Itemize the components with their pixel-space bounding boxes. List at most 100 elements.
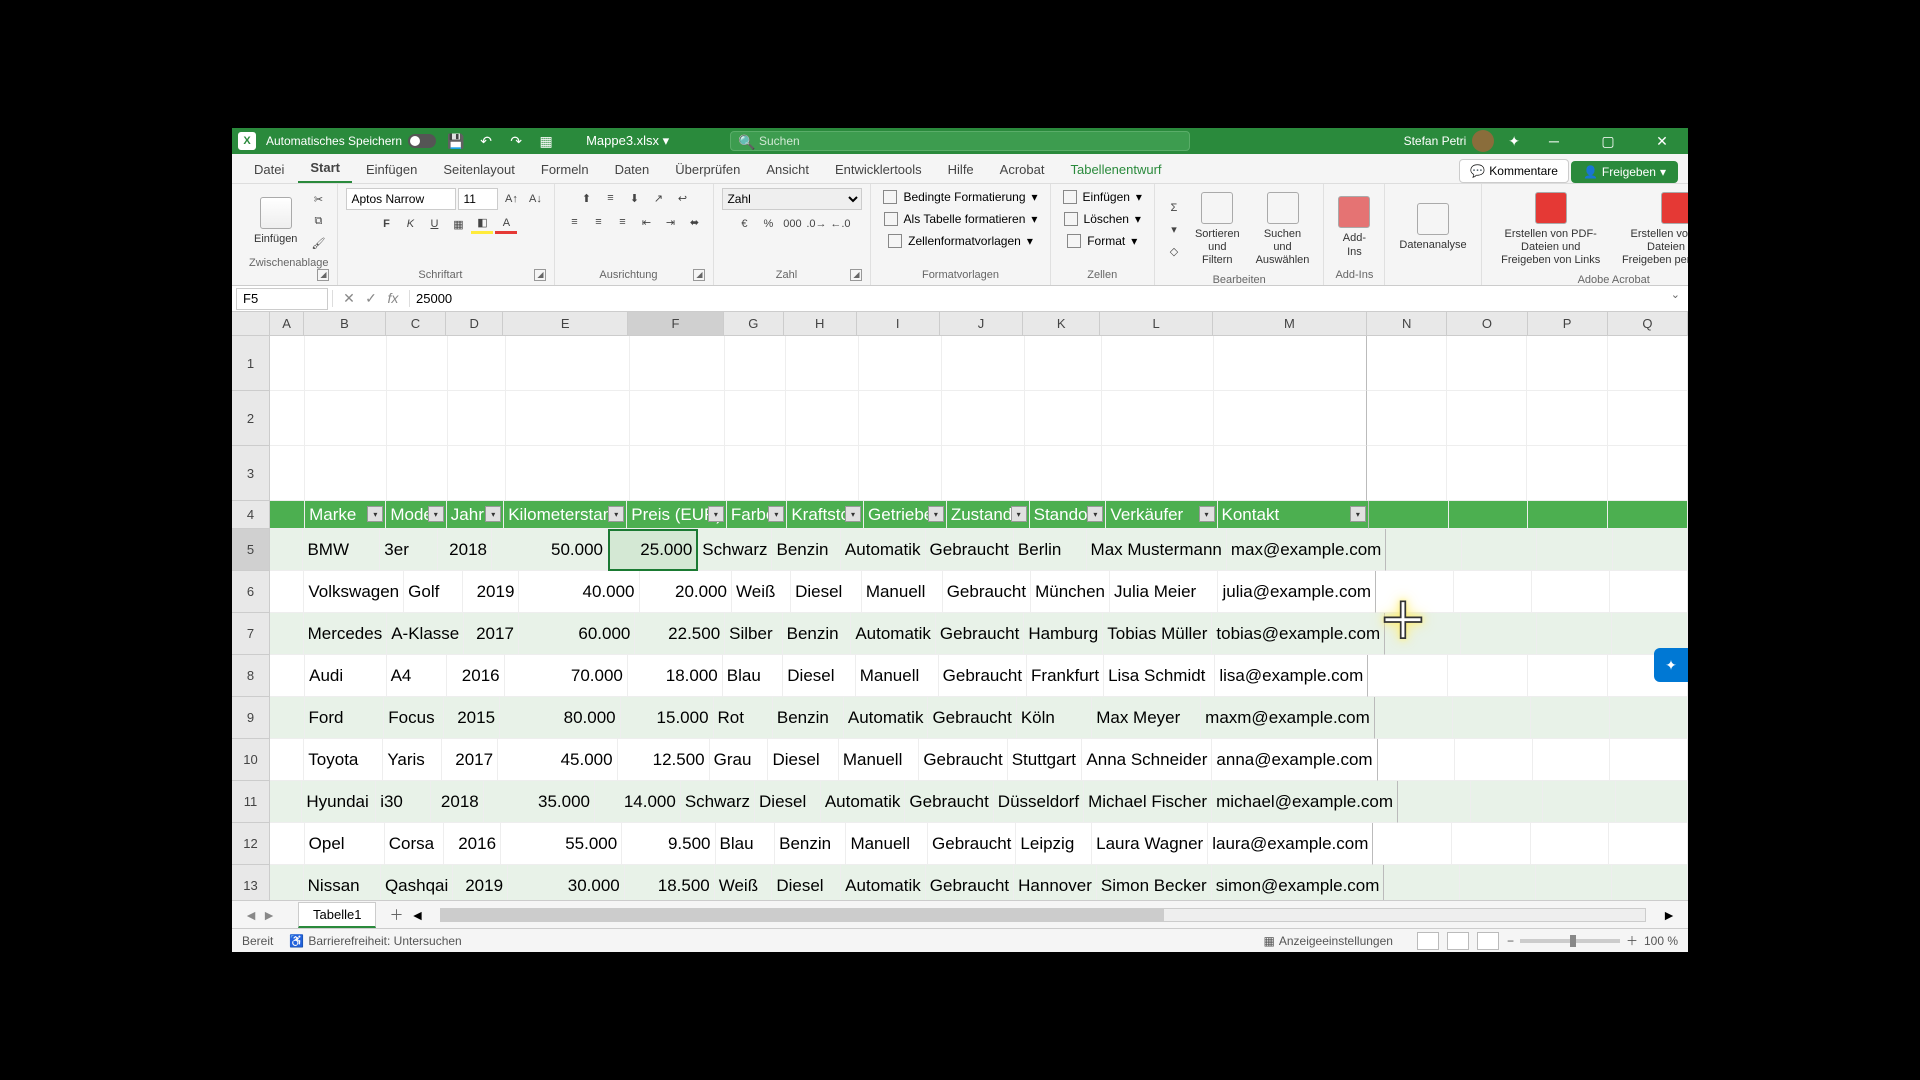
cell[interactable]: 20.000	[640, 571, 733, 613]
cell[interactable]: Focus	[384, 697, 443, 739]
cell[interactable]: München	[1031, 571, 1110, 613]
adobe-share-link-button[interactable]: Erstellen von PDF-Dateien und Freigeben …	[1490, 188, 1612, 272]
cell[interactable]: 2016	[444, 823, 501, 865]
cell[interactable]: Benzin	[775, 823, 846, 865]
cell[interactable]: Gebraucht	[928, 823, 1016, 865]
redo-icon[interactable]: ↷	[506, 131, 526, 151]
freigeben-button[interactable]: 👤 Freigeben ▾	[1571, 161, 1678, 183]
search-input[interactable]	[730, 131, 1190, 151]
row-header-13[interactable]: 13	[232, 865, 269, 900]
cell[interactable]: 22.500	[635, 613, 725, 655]
header-marke[interactable]: Marke▾	[305, 501, 386, 529]
col-header-G[interactable]: G	[724, 312, 784, 335]
col-header-L[interactable]: L	[1100, 312, 1213, 335]
cell[interactable]: 18.500	[625, 865, 715, 900]
cell[interactable]: Diesel	[768, 739, 838, 781]
diamond-icon[interactable]: ✦	[1508, 133, 1520, 150]
ribbon-collapse-icon[interactable]: ⌄	[1671, 288, 1680, 301]
cell[interactable]: Corsa	[385, 823, 445, 865]
cell[interactable]: Diesel	[791, 571, 862, 613]
align-center-icon[interactable]: ≡	[587, 212, 609, 232]
cell[interactable]: 2017	[442, 739, 498, 781]
cell[interactable]: Qashqai	[381, 865, 453, 900]
col-header-N[interactable]: N	[1367, 312, 1447, 335]
cell[interactable]: Manuell	[862, 571, 943, 613]
selected-cell[interactable]: 25.000	[608, 529, 698, 571]
camera-icon[interactable]: ▦	[536, 131, 556, 151]
cell[interactable]: Ford	[305, 697, 385, 739]
name-box[interactable]	[236, 288, 328, 310]
cell[interactable]: 50.000	[492, 529, 608, 571]
table-row[interactable]: OpelCorsa201655.0009.500BlauBenzinManuel…	[270, 823, 1688, 865]
header-verkufer[interactable]: Verkäufer▾	[1106, 501, 1217, 529]
add-sheet-button[interactable]: ＋	[384, 905, 408, 925]
cell[interactable]: Diesel	[783, 655, 855, 697]
cell[interactable]: Mercedes	[304, 613, 388, 655]
merge-icon[interactable]: ⬌	[683, 212, 705, 232]
cell[interactable]: Gebraucht	[926, 865, 1014, 900]
cell[interactable]: Yaris	[383, 739, 442, 781]
cell[interactable]: Opel	[305, 823, 385, 865]
cell[interactable]: Gebraucht	[943, 571, 1031, 613]
tab-start[interactable]: Start	[298, 154, 352, 183]
hscroll-left[interactable]: ◄	[408, 907, 426, 923]
cell[interactable]: 14.000	[595, 781, 681, 823]
cell[interactable]: 2018	[438, 529, 492, 571]
find-select-button[interactable]: Suchen und Auswählen	[1250, 188, 1316, 272]
sheet-nav-next[interactable]: ►	[260, 907, 278, 923]
cell[interactable]: Gebraucht	[926, 529, 1014, 571]
header-jahr[interactable]: Jahr▾	[447, 501, 504, 529]
table-row[interactable]: FordFocus201580.00015.000RotBenzinAutoma…	[270, 697, 1688, 739]
close-button[interactable]: ✕	[1642, 128, 1682, 154]
cell[interactable]: Julia Meier	[1110, 571, 1218, 613]
filter-dropdown-icon[interactable]: ▾	[1199, 506, 1215, 522]
tab-ansicht[interactable]: Ansicht	[754, 156, 821, 183]
cell[interactable]: max@example.com	[1227, 529, 1386, 571]
cell-styles-button[interactable]: Zellenformatvorlagen ▾	[884, 232, 1037, 250]
cell[interactable]: Michael Fischer	[1084, 781, 1212, 823]
filter-dropdown-icon[interactable]: ▾	[928, 506, 944, 522]
copy-icon[interactable]: ⧉	[307, 212, 329, 232]
cell[interactable]: Leipzig	[1016, 823, 1092, 865]
view-pagelayout-button[interactable]	[1447, 932, 1469, 950]
hscroll-track[interactable]	[440, 908, 1646, 922]
percent-icon[interactable]: %	[757, 214, 779, 234]
cell[interactable]: Automatik	[821, 781, 906, 823]
table-row[interactable]: ToyotaYaris201745.00012.500GrauDieselMan…	[270, 739, 1688, 781]
align-middle-icon[interactable]: ≡	[599, 188, 621, 208]
font-size-input[interactable]	[458, 188, 498, 210]
autosum-icon[interactable]: Σ	[1163, 198, 1185, 218]
col-header-F[interactable]: F	[628, 312, 724, 335]
col-header-J[interactable]: J	[940, 312, 1023, 335]
cell[interactable]: Tobias Müller	[1103, 613, 1212, 655]
filter-dropdown-icon[interactable]: ▾	[1011, 506, 1027, 522]
grid-row[interactable]	[270, 391, 1688, 446]
align-right-icon[interactable]: ≡	[611, 212, 633, 232]
cell[interactable]: Blau	[723, 655, 784, 697]
zoom-slider[interactable]	[1520, 939, 1620, 943]
user-account[interactable]: Stefan Petri	[1404, 130, 1495, 152]
table-row[interactable]: VolkswagenGolf201940.00020.000WeißDiesel…	[270, 571, 1688, 613]
fill-icon[interactable]: ▾	[1163, 220, 1185, 240]
cell[interactable]: 80.000	[500, 697, 621, 739]
wrap-text-icon[interactable]: ↩	[671, 188, 693, 208]
borders-icon[interactable]: ▦	[447, 214, 469, 234]
delete-cells-button[interactable]: Löschen ▾	[1060, 210, 1145, 228]
cell[interactable]: 2019	[463, 571, 519, 613]
cell[interactable]: Hamburg	[1024, 613, 1103, 655]
row-header-5[interactable]: 5	[232, 529, 269, 571]
header-modell[interactable]: Modell▾	[386, 501, 446, 529]
format-painter-icon[interactable]: 🖌	[307, 234, 329, 254]
increase-font-icon[interactable]: A↑	[500, 189, 522, 209]
increase-decimal-icon[interactable]: .0→	[805, 214, 827, 234]
col-header-K[interactable]: K	[1023, 312, 1100, 335]
undo-icon[interactable]: ↶	[476, 131, 496, 151]
tab-ueberpruefen[interactable]: Überprüfen	[663, 156, 752, 183]
cell[interactable]: BMW	[303, 529, 380, 571]
zoom-in-button[interactable]: ＋	[1626, 932, 1638, 949]
currency-icon[interactable]: €	[733, 214, 755, 234]
cell[interactable]: Gebraucht	[936, 613, 1024, 655]
col-header-D[interactable]: D	[446, 312, 503, 335]
header-farbe[interactable]: Farbe▾	[727, 501, 787, 529]
tab-seitenlayout[interactable]: Seitenlayout	[431, 156, 527, 183]
